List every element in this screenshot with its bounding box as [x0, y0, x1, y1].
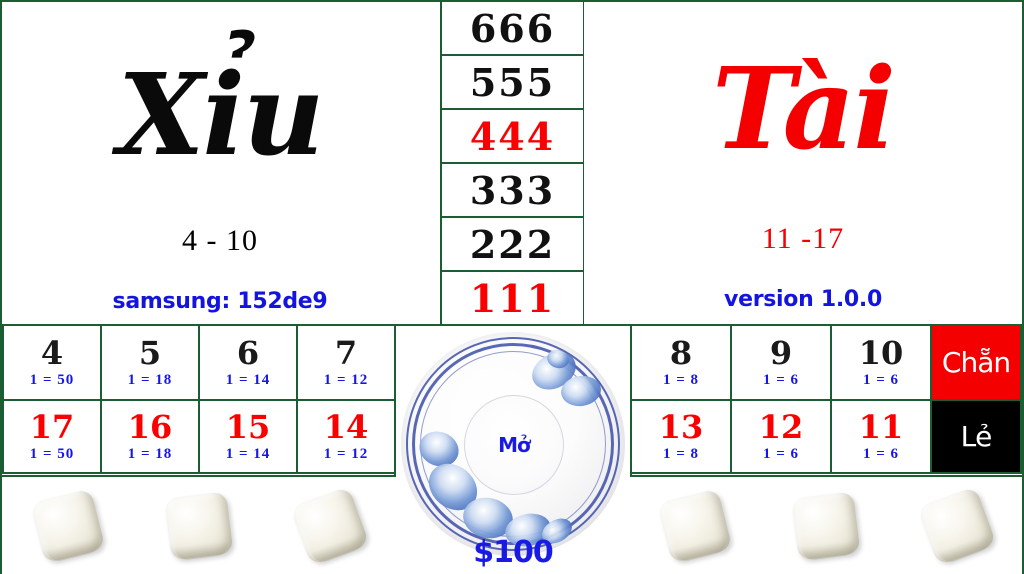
- triple-cell-555[interactable]: 555: [442, 56, 583, 110]
- bet-odds: 1 = 8: [662, 446, 700, 462]
- xiu-brush-word: Xỉu: [117, 50, 325, 181]
- bet-cell-8[interactable]: 8 1 = 8: [630, 324, 732, 399]
- tai-range-label: 11 -17: [761, 222, 845, 255]
- bet-cell-14[interactable]: 14 1 = 12: [298, 399, 396, 474]
- bet-odds: 1 = 50: [29, 372, 75, 388]
- triple-numbers-column: 666 555 444 333 222 111: [440, 2, 585, 324]
- die-3[interactable]: [290, 485, 371, 566]
- bet-cell-7[interactable]: 7 1 = 12: [298, 324, 396, 399]
- open-bowl-label: Mở: [498, 432, 531, 457]
- bet-row-low-small: 4 1 = 50 5 1 = 18 6 1 = 14 7 1 = 12: [2, 324, 396, 399]
- bet-number: 17: [29, 408, 75, 446]
- bet-odds: 1 = 12: [323, 372, 369, 388]
- bet-odds: 1 = 6: [762, 372, 800, 388]
- die-1[interactable]: [30, 487, 106, 564]
- bet-number: 7: [334, 334, 358, 372]
- bet-number: 11: [858, 408, 904, 446]
- tai-brush-word: Tài: [712, 44, 896, 175]
- bet-cell-13[interactable]: 13 1 = 8: [630, 399, 732, 474]
- bet-number: 16: [127, 408, 173, 446]
- die-face: [664, 494, 727, 557]
- bet-cell-15[interactable]: 15 1 = 14: [200, 399, 298, 474]
- bet-number: 14: [323, 408, 369, 446]
- die-face: [797, 497, 855, 555]
- bet-grid-left: 4 1 = 50 5 1 = 18 6 1 = 14 7 1 = 12 17 1…: [2, 324, 396, 475]
- bet-cell-odd[interactable]: Lẻ: [932, 399, 1022, 474]
- bet-number: 5: [138, 334, 162, 372]
- triple-cell-666[interactable]: 666: [442, 2, 583, 56]
- bet-number: 4: [40, 334, 64, 372]
- tai-panel[interactable]: Tài 11 -17 version 1.0.0: [584, 2, 1022, 324]
- bet-odds: 1 = 18: [127, 446, 173, 462]
- die-face: [923, 492, 990, 559]
- device-id-note: samsung: 152de9: [112, 289, 328, 314]
- dice-strip-right: [630, 475, 1022, 574]
- bet-cell-6[interactable]: 6 1 = 14: [200, 324, 298, 399]
- bet-amount-label[interactable]: $100: [396, 535, 630, 570]
- bet-odds: 1 = 6: [862, 446, 900, 462]
- top-section: Xỉu 4 - 10 samsung: 152de9 666 555 444 3…: [2, 2, 1022, 324]
- triple-cell-444[interactable]: 444: [442, 110, 583, 164]
- bet-number: 13: [658, 408, 704, 446]
- bet-odds: 1 = 14: [225, 372, 271, 388]
- bet-number: 12: [758, 408, 804, 446]
- bet-number: 9: [769, 334, 793, 372]
- bet-cell-16[interactable]: 16 1 = 18: [102, 399, 200, 474]
- bet-odds: 1 = 50: [29, 446, 75, 462]
- die-face: [170, 497, 228, 555]
- bet-number: 6: [236, 334, 260, 372]
- bet-cell-5[interactable]: 5 1 = 18: [102, 324, 200, 399]
- bet-odds: 1 = 12: [323, 446, 369, 462]
- bet-row-high-big: 13 1 = 8 12 1 = 6 11 1 = 6 Lẻ: [630, 399, 1022, 474]
- triple-cell-333[interactable]: 333: [442, 164, 583, 218]
- die-4[interactable]: [657, 487, 733, 564]
- version-note: version 1.0.0: [724, 287, 882, 312]
- bet-number: 15: [225, 408, 271, 446]
- bowl-inner-well[interactable]: Mở: [463, 394, 565, 496]
- bet-odds: 1 = 6: [862, 372, 900, 388]
- bet-cell-11[interactable]: 11 1 = 6: [832, 399, 932, 474]
- xiu-range-label: 4 - 10: [182, 224, 258, 257]
- triple-cell-111[interactable]: 111: [442, 272, 583, 324]
- bet-odds: 1 = 14: [225, 446, 271, 462]
- xiu-panel[interactable]: Xỉu 4 - 10 samsung: 152de9: [2, 2, 438, 324]
- sicbo-game-board: Xỉu 4 - 10 samsung: 152de9 666 555 444 3…: [0, 0, 1024, 574]
- bet-cell-4[interactable]: 4 1 = 50: [2, 324, 102, 399]
- die-6[interactable]: [916, 485, 997, 566]
- bet-odds: 1 = 6: [762, 446, 800, 462]
- die-face: [297, 492, 364, 559]
- bet-number: 10: [858, 334, 904, 372]
- bet-odds: 1 = 18: [127, 372, 173, 388]
- die-2[interactable]: [164, 490, 234, 561]
- bet-cell-even[interactable]: Chẵn: [932, 324, 1022, 399]
- die-5[interactable]: [791, 490, 861, 561]
- bet-number: 8: [669, 334, 693, 372]
- die-face: [36, 494, 99, 557]
- bet-cell-12[interactable]: 12 1 = 6: [732, 399, 832, 474]
- porcelain-bowl[interactable]: Mở: [401, 332, 625, 556]
- bet-cell-9[interactable]: 9 1 = 6: [732, 324, 832, 399]
- bet-grid-right: 8 1 = 8 9 1 = 6 10 1 = 6 Chẵn 13 1 = 8 1…: [630, 324, 1022, 475]
- dice-strip-left: [2, 475, 396, 574]
- bet-cell-17[interactable]: 17 1 = 50: [2, 399, 102, 474]
- bet-cell-10[interactable]: 10 1 = 6: [832, 324, 932, 399]
- bet-row-high-small: 17 1 = 50 16 1 = 18 15 1 = 14 14 1 = 12: [2, 399, 396, 474]
- bet-odds: 1 = 8: [662, 372, 700, 388]
- bowl-panel[interactable]: Mở $100: [394, 324, 632, 574]
- triple-cell-222[interactable]: 222: [442, 218, 583, 272]
- bet-row-low-big: 8 1 = 8 9 1 = 6 10 1 = 6 Chẵn: [630, 324, 1022, 399]
